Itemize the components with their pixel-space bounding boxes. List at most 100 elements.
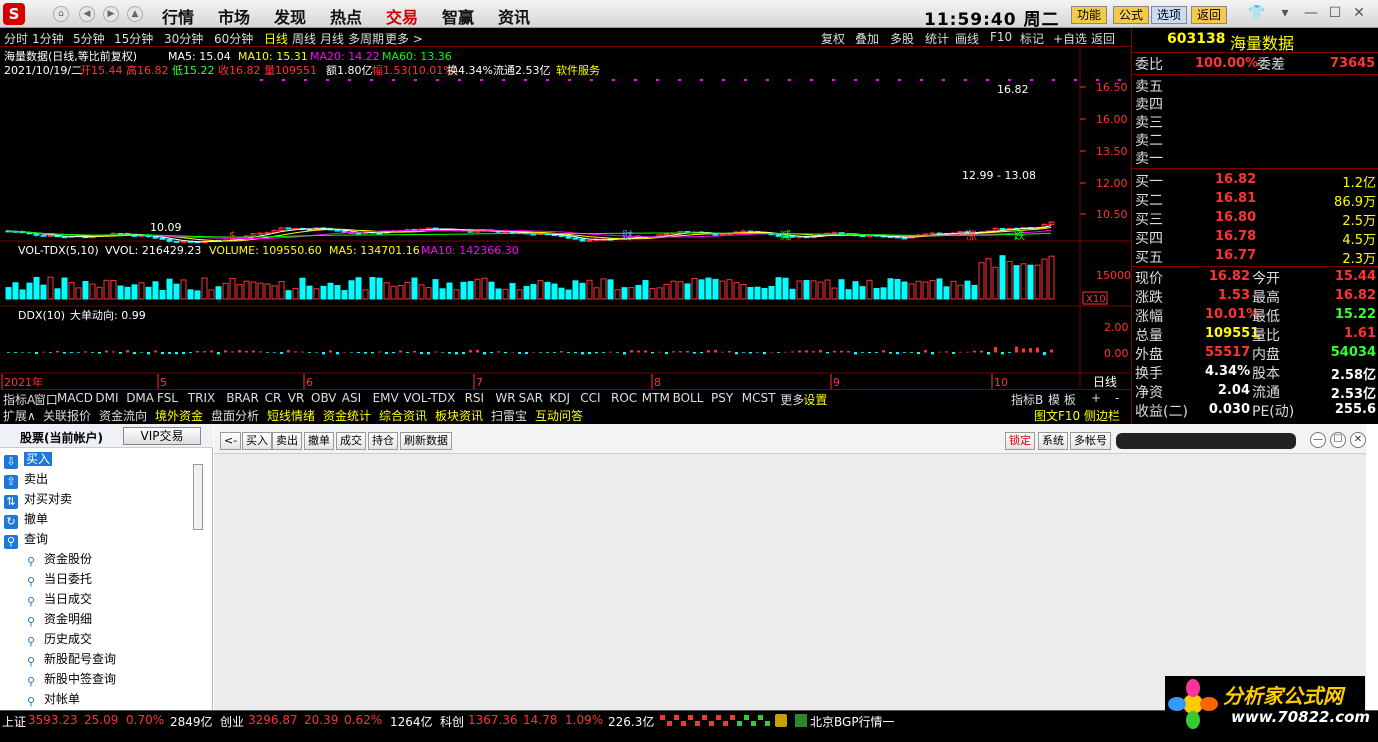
indicator-tab-22[interactable]: PSY (711, 391, 733, 405)
menu-4[interactable]: 交易 (386, 4, 418, 28)
ext-tab-10[interactable]: 互动问答 (535, 407, 583, 424)
period-0[interactable]: 分时 (4, 30, 28, 47)
formula-button[interactable]: 公式 (1113, 6, 1150, 24)
indicator-tab-21[interactable]: BOLL (673, 391, 704, 405)
indicator-tab-13[interactable]: VOL-TDX (403, 391, 455, 405)
ext-tab-8[interactable]: 板块资讯 (435, 407, 483, 424)
ext-tab-2[interactable]: 资金流向 (99, 407, 147, 424)
ext-tab-4[interactable]: 盘面分析 (211, 407, 259, 424)
ext-tab-0[interactable]: 扩展∧ (3, 407, 36, 424)
period-2[interactable]: 5分钟 (73, 30, 105, 47)
menu-1[interactable]: 市场 (218, 4, 250, 28)
indicator-tab-17[interactable]: KDJ (549, 391, 570, 405)
dropdown-icon[interactable]: ▾ (1274, 5, 1296, 23)
vip-trade-button[interactable]: VIP交易 (123, 427, 201, 445)
minimize-icon[interactable]: — (1300, 5, 1322, 23)
chart-tool-1[interactable]: 叠加 (855, 30, 879, 47)
trade-tree-item-8[interactable]: ⚲ 资金明细 (24, 609, 92, 629)
indicator-tab-15[interactable]: WR (495, 391, 515, 405)
indicator-tab-5[interactable]: FSL (157, 391, 178, 405)
ext-tab-3[interactable]: 境外资金 (155, 407, 203, 424)
skin-icon[interactable]: 👕 (1246, 5, 1268, 23)
indicator-tab-16[interactable]: SAR (519, 391, 543, 405)
indicator-tab-14[interactable]: RSI (465, 391, 485, 405)
period-5[interactable]: 60分钟 (214, 30, 253, 47)
menu-3[interactable]: 热点 (330, 4, 362, 28)
indicator-tab-11[interactable]: ASI (342, 391, 361, 405)
options-button[interactable]: 选项 (1151, 6, 1188, 24)
close-icon[interactable]: ✕ (1348, 5, 1370, 23)
indicator-tab-19[interactable]: ROC (611, 391, 637, 405)
return-button[interactable]: 返回 (1191, 6, 1228, 24)
trade-toolbar-btn-4[interactable]: 成交 (336, 432, 366, 450)
period-7[interactable]: 周线 (292, 30, 316, 47)
indicator-right-3[interactable]: - (1115, 391, 1119, 405)
server-name[interactable]: 北京BGP行情一 (810, 713, 895, 730)
trade-tree-item-12[interactable]: ⚲ 对帐单 (24, 689, 80, 709)
trade-right-btn-0[interactable]: 锁定 (1005, 432, 1035, 450)
period-9[interactable]: 多周期 (348, 30, 384, 47)
menu-6[interactable]: 资讯 (498, 4, 530, 28)
tree-scrollbar[interactable] (193, 464, 203, 530)
maximize-icon[interactable]: ☐ (1324, 5, 1346, 23)
trade-tree-item-6[interactable]: ⚲ 当日委托 (24, 569, 92, 589)
trade-tree-item-5[interactable]: ⚲ 资金股份 (24, 549, 92, 569)
trade-tree-item-11[interactable]: ⚲ 新股中签查询 (24, 669, 116, 689)
kline-chart[interactable]: 海量数据(日线,等比前复权) MA5: 15.04 MA10: 15.31 MA20:… (0, 47, 1131, 390)
indicator-tab-9[interactable]: VR (288, 391, 305, 405)
indicator-right-2[interactable]: + (1091, 391, 1101, 405)
trade-toolbar-btn-6[interactable]: 刷新数据 (400, 432, 452, 450)
period-3[interactable]: 15分钟 (114, 30, 153, 47)
home-icon[interactable]: ⌂ (53, 6, 69, 22)
menu-2[interactable]: 发现 (274, 4, 306, 28)
ext-tab-6[interactable]: 资金统计 (323, 407, 371, 424)
ext-tab-1[interactable]: 关联报价 (43, 407, 91, 424)
chart-tool-8[interactable]: 返回 (1091, 30, 1115, 47)
forward-icon[interactable]: ▶ (103, 6, 119, 22)
indicator-tab-4[interactable]: DMA (126, 391, 154, 405)
indicator-tab-3[interactable]: DMI (95, 391, 118, 405)
trade-right-btn-2[interactable]: 多帐号 (1070, 432, 1111, 450)
chart-tool-3[interactable]: 统计 (925, 30, 949, 47)
indicator-tab-20[interactable]: MTM (642, 391, 670, 405)
period-10[interactable]: 更多 > (385, 30, 423, 47)
panel-close-icon[interactable]: ✕ (1350, 432, 1366, 448)
chart-tool-2[interactable]: 多股 (890, 30, 914, 47)
trade-tree-item-0[interactable]: ⇩ 买入 (4, 449, 53, 469)
trade-tree-item-7[interactable]: ⚲ 当日成交 (24, 589, 92, 609)
back-icon[interactable]: ◀ (79, 6, 95, 22)
panel-min-icon[interactable]: — (1310, 432, 1326, 448)
trade-toolbar-btn-1[interactable]: 买入 (242, 432, 272, 450)
chart-tool-6[interactable]: 标记 (1020, 30, 1044, 47)
indicator-tab-18[interactable]: CCI (580, 391, 600, 405)
trade-tree-item-10[interactable]: ⚲ 新股配号查询 (24, 649, 116, 669)
trade-tree-item-1[interactable]: ⇧ 卖出 (4, 469, 48, 489)
trade-tree-item-9[interactable]: ⚲ 历史成交 (24, 629, 92, 649)
ext-tab-9[interactable]: 扫雷宝 (491, 407, 527, 424)
trade-toolbar-btn-5[interactable]: 持仓 (368, 432, 398, 450)
chart-tool-4[interactable]: 画线 (955, 30, 979, 47)
indicator-tab-2[interactable]: MACD (57, 391, 93, 405)
function-button[interactable]: 功能 (1071, 6, 1108, 24)
period-8[interactable]: 月线 (320, 30, 344, 47)
trade-toolbar-btn-3[interactable]: 撤单 (304, 432, 334, 450)
trade-tree-item-2[interactable]: ⇅ 对买对卖 (4, 489, 72, 509)
indicator-tab-10[interactable]: OBV (311, 391, 337, 405)
indicator-tab-6[interactable]: TRIX (188, 391, 215, 405)
chart-tool-5[interactable]: F10 (990, 30, 1012, 44)
trade-toolbar-btn-0[interactable]: <- (220, 432, 242, 450)
indicator-tab-23[interactable]: MCST (742, 391, 776, 405)
ext-tab-5[interactable]: 短线情绪 (267, 407, 315, 424)
indicator-tab-7[interactable]: BRAR (226, 391, 259, 405)
trade-right-btn-1[interactable]: 系统 (1038, 432, 1068, 450)
indicator-tab-8[interactable]: CR (265, 391, 282, 405)
menu-5[interactable]: 智赢 (442, 4, 474, 28)
trade-toolbar-btn-2[interactable]: 卖出 (272, 432, 302, 450)
lock-icon[interactable] (775, 714, 787, 727)
up-icon[interactable]: ▲ (127, 6, 143, 22)
indicator-tab-12[interactable]: EMV (373, 391, 399, 405)
ext-tab-7[interactable]: 综合资讯 (379, 407, 427, 424)
trade-tree-item-4[interactable]: ⚲ 查询 (4, 529, 48, 549)
period-4[interactable]: 30分钟 (164, 30, 203, 47)
panel-max-icon[interactable]: ☐ (1330, 432, 1346, 448)
